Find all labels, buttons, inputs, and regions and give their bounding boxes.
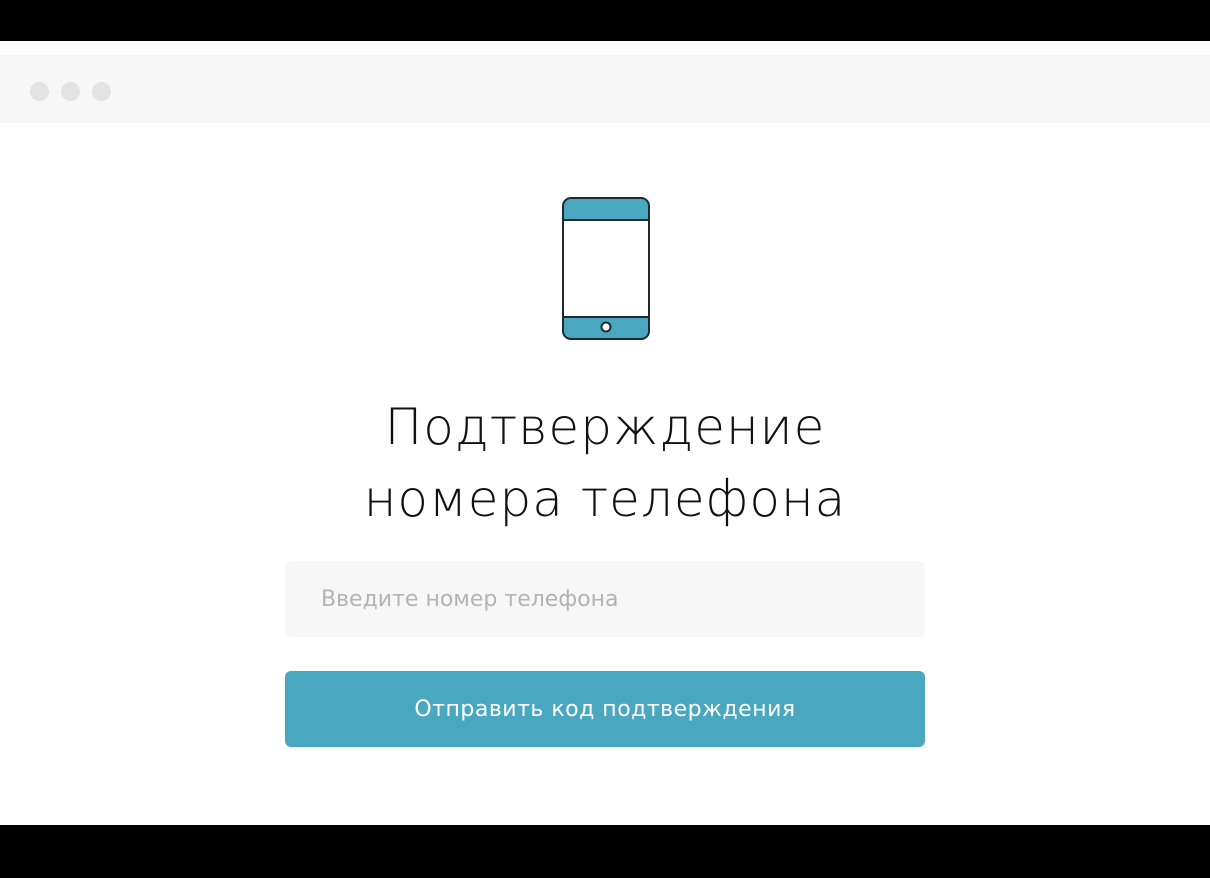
smartphone-icon <box>562 197 650 340</box>
window-close-dot[interactable] <box>30 82 49 101</box>
app-window: Подтверждение номера телефона Отправить … <box>0 41 1210 825</box>
window-titlebar <box>0 55 1210 123</box>
page-title-line-2: номера телефона <box>363 470 847 528</box>
window-minimize-dot[interactable] <box>61 82 80 101</box>
page-title: Подтверждение номера телефона <box>0 391 1210 535</box>
window-maximize-dot[interactable] <box>92 82 111 101</box>
send-code-button[interactable]: Отправить код подтверждения <box>285 671 925 747</box>
phone-number-input[interactable] <box>285 561 925 637</box>
page-title-line-1: Подтверждение <box>384 398 826 456</box>
